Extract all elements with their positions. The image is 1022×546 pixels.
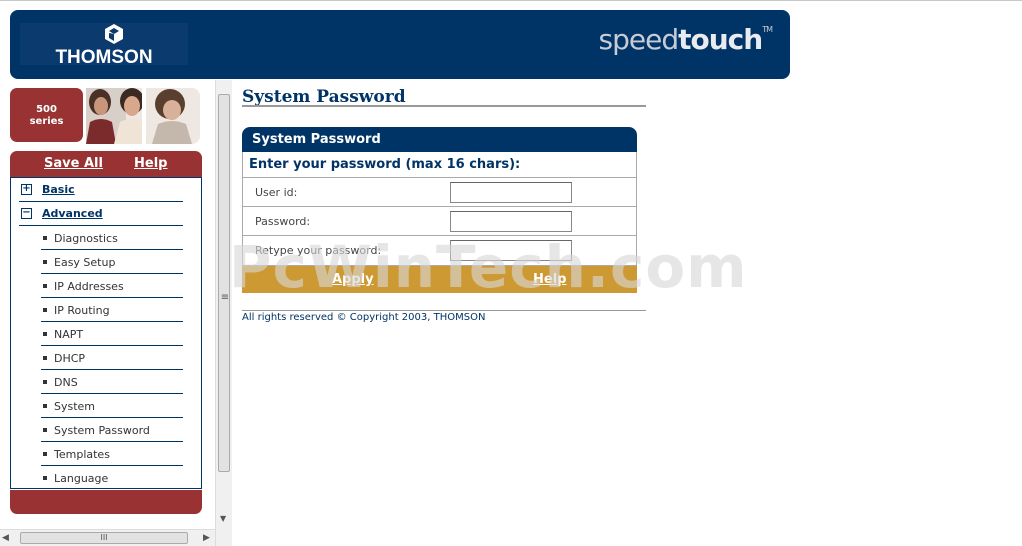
bullet-icon	[43, 380, 47, 384]
sidebar-item-label[interactable]: Easy Setup	[54, 256, 115, 269]
menu-category-label[interactable]: Advanced	[42, 207, 103, 220]
collapse-icon[interactable]: −	[21, 208, 32, 219]
sidebar-item-label[interactable]: Diagnostics	[54, 232, 118, 245]
sidebar-item-ip-addresses[interactable]: IP Addresses	[41, 274, 183, 298]
horizontal-scrollbar[interactable]: ◀ III ▶	[0, 529, 215, 546]
bullet-icon	[43, 332, 47, 336]
bullet-icon	[43, 260, 47, 264]
sidebar-item-dhcp[interactable]: DHCP	[41, 346, 183, 370]
title-divider	[242, 105, 646, 107]
retype-password-input[interactable]	[450, 240, 572, 261]
sidebar-item-label[interactable]: NAPT	[54, 328, 83, 341]
page-title: System Password	[242, 87, 406, 107]
sidebar-item-napt[interactable]: NAPT	[41, 322, 183, 346]
password-row: Password:	[243, 207, 636, 236]
sidebar-item-diagnostics[interactable]: Diagnostics	[41, 226, 183, 250]
menu-footer-bar	[10, 490, 202, 514]
menu-category-basic[interactable]: + Basic	[19, 178, 183, 202]
bullet-icon	[43, 356, 47, 360]
sidebar-item-label[interactable]: IP Addresses	[54, 280, 124, 293]
sidebar-item-easy-setup[interactable]: Easy Setup	[41, 250, 183, 274]
menu-category-advanced[interactable]: − Advanced	[19, 202, 183, 226]
sidebar-item-system[interactable]: System	[41, 394, 183, 418]
sidebar-item-label[interactable]: DNS	[54, 376, 78, 389]
password-label: Password:	[255, 215, 311, 228]
sidebar-item-templates[interactable]: Templates	[41, 442, 183, 466]
trademark-mark: TM	[762, 25, 773, 34]
sidebar-help-link[interactable]: Help	[134, 156, 167, 171]
scrollbar-thumb[interactable]: III	[20, 532, 188, 544]
scroll-right-arrow-icon[interactable]: ▶	[203, 533, 210, 543]
password-input[interactable]	[450, 211, 572, 232]
apply-button[interactable]: Apply	[332, 272, 374, 287]
password-form: Enter your password (max 16 chars): User…	[242, 152, 637, 266]
expand-icon[interactable]: +	[21, 184, 32, 195]
footer-divider	[242, 310, 646, 311]
window-top-border	[0, 0, 1022, 1]
series-badge: 500 series	[10, 88, 83, 142]
thomson-logo-icon	[105, 24, 123, 44]
bullet-icon	[43, 404, 47, 408]
navigation-frame: 500 series Save All Help + Basic − Advan…	[0, 80, 215, 529]
sidebar-item-label[interactable]: IP Routing	[54, 304, 110, 317]
sidebar-item-label[interactable]: Language	[54, 472, 108, 485]
sidebar-item-label[interactable]: System	[54, 400, 95, 413]
sidebar-item-label[interactable]: System Password	[54, 424, 150, 437]
sidebar-item-system-password[interactable]: System Password	[41, 418, 183, 442]
panel-title: System Password	[242, 127, 637, 152]
series-label: series	[29, 116, 64, 127]
save-all-link[interactable]: Save All	[44, 156, 103, 171]
speedtouch-logo: speedtouchTM	[598, 23, 773, 56]
menu-category-label[interactable]: Basic	[42, 183, 75, 196]
user-id-input[interactable]	[450, 182, 572, 203]
scroll-down-arrow-icon[interactable]: ▼	[220, 514, 226, 523]
navigation-menu: + Basic − Advanced Diagnostics Easy Setu…	[10, 177, 202, 489]
sidebar-item-dns[interactable]: DNS	[41, 370, 183, 394]
user-id-label: User id:	[255, 186, 298, 199]
copyright-notice: All rights reserved © Copyright 2003, TH…	[242, 312, 486, 323]
bullet-icon	[43, 236, 47, 240]
action-bar: Apply Help	[242, 266, 637, 293]
sidebar-item-ip-routing[interactable]: IP Routing	[41, 298, 183, 322]
menu-header-bar: Save All Help	[10, 151, 202, 177]
thomson-logo: THOMSON	[20, 23, 188, 68]
retype-password-row: Retype your password:	[243, 236, 636, 265]
bullet-icon	[43, 476, 47, 480]
user-id-row: User id:	[243, 178, 636, 207]
series-number: 500	[36, 104, 57, 115]
sidebar-item-label[interactable]: DHCP	[54, 352, 85, 365]
bullet-icon	[43, 428, 47, 432]
people-photo	[86, 88, 200, 144]
bullet-icon	[43, 284, 47, 288]
password-form-panel: System Password Enter your password (max…	[242, 127, 637, 266]
scrollbar-grip-icon: ≡	[220, 292, 230, 303]
sidebar-item-label[interactable]: Templates	[54, 448, 110, 461]
scroll-left-arrow-icon[interactable]: ◀	[2, 533, 9, 543]
help-button[interactable]: Help	[533, 272, 566, 287]
product-name-light: speed	[598, 23, 680, 56]
form-instructions: Enter your password (max 16 chars):	[243, 152, 636, 178]
bullet-icon	[43, 308, 47, 312]
header-banner: THOMSON speedtouchTM	[10, 10, 790, 79]
retype-password-label: Retype your password:	[255, 244, 382, 257]
brand-name: THOMSON	[55, 47, 153, 68]
sidebar-item-language[interactable]: Language	[41, 466, 183, 490]
vertical-scrollbar[interactable]: ≡ ▼	[215, 80, 232, 546]
bullet-icon	[43, 452, 47, 456]
scrollbar-thumb[interactable]: ≡	[218, 94, 230, 472]
product-name-bold: touch	[678, 23, 763, 56]
